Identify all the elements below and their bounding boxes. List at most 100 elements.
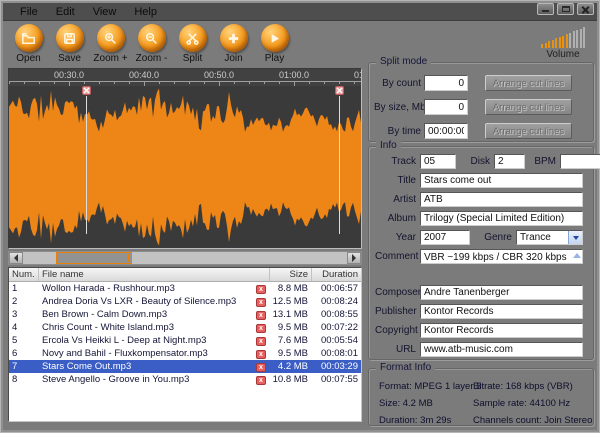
arrange-cut-lines-button[interactable]: Arrange cut lines — [485, 99, 572, 115]
by-count-input[interactable] — [424, 75, 468, 91]
table-row[interactable]: 5 Ercola Vs Heikki L - Deep at Night.mp3… — [9, 334, 361, 347]
column-num[interactable]: Num. — [9, 268, 39, 281]
remove-file-icon[interactable]: x — [256, 376, 266, 385]
chevron-down-icon[interactable] — [568, 231, 582, 244]
maximize-button[interactable] — [557, 3, 574, 15]
by-size-input[interactable] — [424, 99, 468, 115]
disk-input[interactable] — [494, 154, 525, 169]
row-size: 12.5 MB — [269, 296, 311, 307]
menu-bar: File Edit View Help — [3, 3, 597, 21]
scroll-left-button[interactable] — [9, 252, 23, 264]
row-duration: 00:08:01 — [311, 348, 361, 359]
copyright-label: Copyright — [375, 325, 416, 336]
arrange-cut-lines-button[interactable]: Arrange cut lines — [485, 123, 572, 139]
tool-label: Save — [49, 53, 90, 64]
row-num: 8 — [9, 374, 39, 385]
maximize-icon — [562, 6, 570, 12]
play-icon — [267, 31, 282, 46]
row-num: 6 — [9, 348, 39, 359]
genre-select[interactable]: Trance — [516, 230, 583, 245]
minimize-button[interactable] — [537, 3, 554, 15]
table-row[interactable]: 7 Stars Come Out.mp3 x 4.2 MB 00:03:29 — [9, 360, 361, 373]
by-time-input[interactable] — [424, 123, 468, 139]
timeline-label: 01:10.0 — [354, 70, 361, 80]
by-size-label: By size, Mb — [374, 102, 421, 113]
remove-file-icon[interactable]: x — [256, 298, 266, 307]
cut-line-handle-icon[interactable] — [82, 86, 91, 95]
genre-value: Trance — [520, 232, 551, 243]
toolbar: Open Save Zoom + Zoom - Split Join Play — [8, 24, 295, 64]
track-input[interactable] — [420, 154, 456, 169]
cut-line[interactable] — [339, 96, 340, 234]
remove-file-icon[interactable]: x — [256, 311, 266, 320]
scroll-right-button[interactable] — [347, 252, 361, 264]
row-duration: 00:08:24 — [311, 296, 361, 307]
scrollbar-thumb[interactable] — [56, 252, 132, 264]
app-window: File Edit View Help Open Save Zoom + Zoo… — [0, 0, 600, 433]
column-duration[interactable]: Duration — [311, 268, 361, 281]
album-input[interactable] — [420, 211, 583, 226]
menu-edit[interactable]: Edit — [47, 5, 84, 19]
tool-label: Split — [172, 53, 213, 64]
scroll-up-icon[interactable] — [573, 249, 581, 258]
info-title: Info — [376, 140, 401, 151]
menu-file[interactable]: File — [11, 5, 47, 19]
table-row[interactable]: 2 Andrea Doria Vs LXR - Beauty of Silenc… — [9, 295, 361, 308]
row-num: 4 — [9, 322, 39, 333]
close-button[interactable] — [577, 3, 594, 15]
split-mode-group: Split mode By count Arrange cut lines By… — [368, 62, 594, 142]
composer-label: Composer — [375, 287, 416, 298]
artist-label: Artist — [375, 194, 416, 205]
comment-text: VBR ~199 kbps / CBR 320 kbps — [424, 252, 567, 263]
waveform-display[interactable] — [9, 86, 361, 248]
remove-file-icon[interactable]: x — [256, 285, 266, 294]
remove-file-icon[interactable]: x — [256, 363, 266, 372]
remove-file-icon[interactable]: x — [256, 337, 266, 346]
play-button[interactable]: Play — [254, 24, 295, 64]
comment-scrollbar[interactable] — [573, 251, 581, 264]
composer-input[interactable] — [420, 285, 583, 300]
year-input[interactable] — [420, 230, 470, 245]
table-row[interactable]: 6 Novy and Bahil - Fluxkompensator.mp3 x… — [9, 347, 361, 360]
open-button[interactable]: Open — [8, 24, 49, 64]
copyright-input[interactable] — [420, 323, 583, 338]
artist-input[interactable] — [420, 192, 583, 207]
menu-view[interactable]: View — [84, 5, 126, 19]
row-size: 10.8 MB — [269, 374, 311, 385]
waveform-graphic — [9, 86, 361, 248]
zoom-out-button[interactable]: Zoom - — [131, 24, 172, 64]
by-time-label: By time — [374, 126, 421, 137]
waveform-scrollbar[interactable] — [8, 251, 362, 265]
table-row[interactable]: 8 Steve Angello - Groove in You.mp3 x 10… — [9, 373, 361, 386]
column-size[interactable]: Size — [269, 268, 311, 281]
publisher-input[interactable] — [420, 304, 583, 319]
column-file-name[interactable]: File name — [39, 269, 253, 280]
timeline-label: 00:50.0 — [204, 70, 234, 80]
zoom-in-icon — [103, 31, 118, 46]
table-row[interactable]: 3 Ben Brown - Calm Down.mp3 x 13.1 MB 00… — [9, 308, 361, 321]
remove-file-icon[interactable]: x — [256, 350, 266, 359]
tool-label: Zoom - — [131, 53, 172, 64]
menu-help[interactable]: Help — [125, 5, 166, 19]
comment-textarea[interactable]: VBR ~199 kbps / CBR 320 kbps — [420, 249, 583, 264]
table-row[interactable]: 1 Wollon Harada - Rushhour.mp3 x 8.8 MB … — [9, 282, 361, 295]
url-input[interactable] — [420, 342, 583, 357]
bpm-input[interactable] — [560, 154, 600, 169]
zoom-in-button[interactable]: Zoom + — [90, 24, 131, 64]
save-button[interactable]: Save — [49, 24, 90, 64]
row-size: 8.8 MB — [269, 283, 311, 294]
remove-file-icon[interactable]: x — [256, 324, 266, 333]
cut-line[interactable] — [86, 96, 87, 234]
title-input[interactable] — [420, 173, 583, 188]
row-file-name: Andrea Doria Vs LXR - Beauty of Silence.… — [39, 296, 253, 307]
row-num: 3 — [9, 309, 39, 320]
volume-indicator[interactable]: Volume — [536, 26, 590, 60]
row-file-name: Stars Come Out.mp3 — [39, 361, 253, 372]
zoom-out-icon — [144, 31, 159, 46]
arrange-cut-lines-button[interactable]: Arrange cut lines — [485, 75, 572, 91]
split-button[interactable]: Split — [172, 24, 213, 64]
table-row[interactable]: 4 Chris Count - White Island.mp3 x 9.5 M… — [9, 321, 361, 334]
join-button[interactable]: Join — [213, 24, 254, 64]
save-floppy-icon — [62, 31, 77, 46]
cut-line-handle-icon[interactable] — [335, 86, 344, 95]
